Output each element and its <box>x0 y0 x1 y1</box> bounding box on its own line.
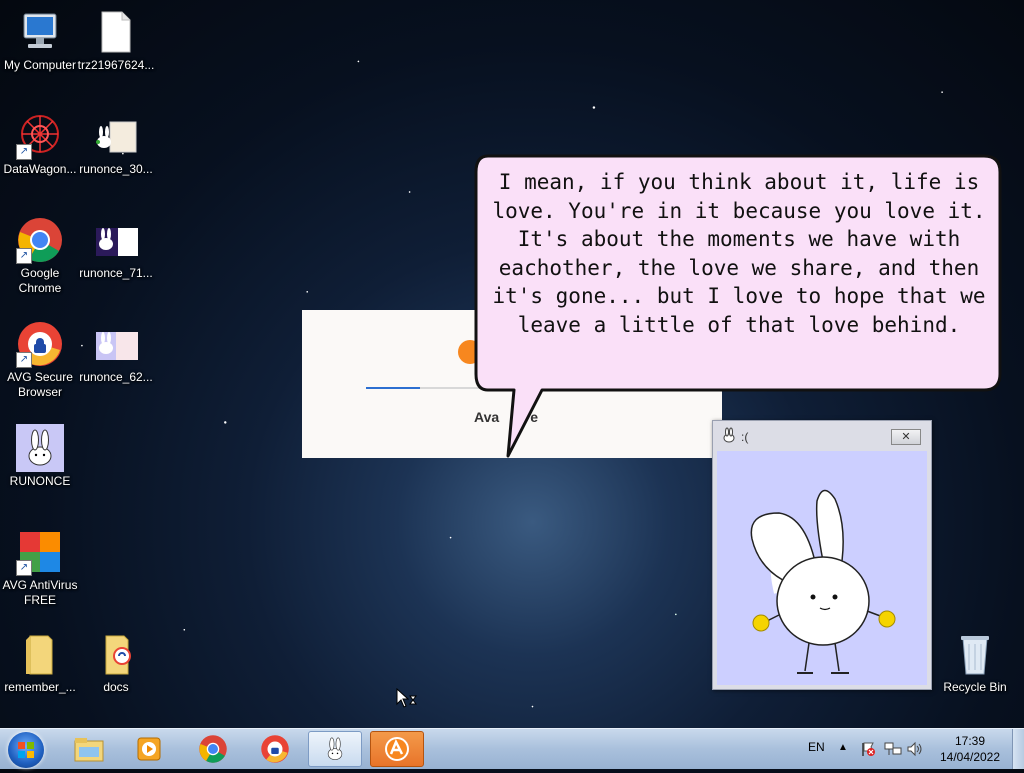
avg-antivirus-icon: ↗ <box>16 528 64 576</box>
clock-time: 17:39 <box>954 734 986 748</box>
bunny-icon <box>16 424 64 472</box>
installer-progress-fill <box>366 387 420 389</box>
icon-label: Google Chrome <box>18 266 62 295</box>
bunny-window[interactable]: :( ✕ <box>712 420 932 690</box>
icon-label: AVG Secure Browser <box>7 370 73 399</box>
icon-label: My Computer <box>3 58 77 72</box>
language-indicator[interactable]: EN <box>808 729 825 769</box>
taskbar-runonce-button[interactable] <box>308 731 362 767</box>
chrome-icon <box>199 735 227 763</box>
desktop-icon-datawagon[interactable]: ↗ DataWagon... <box>0 112 80 177</box>
icon-label: AVG AntiVirus FREE <box>2 578 78 607</box>
bunny-character-image <box>750 489 896 674</box>
icon-label: Recycle Bin <box>943 680 1007 694</box>
desktop-icon-runonce-71[interactable]: runonce_71... <box>76 216 156 281</box>
taskbar: EN ▲ 17:39 14/04/2022 <box>0 728 1024 769</box>
icon-label: RUNONCE <box>9 474 71 488</box>
bunny-app-icon <box>723 427 735 443</box>
network-icon[interactable] <box>884 741 902 757</box>
bunny-image-icon <box>92 112 140 160</box>
windows-logo-icon <box>18 742 34 758</box>
bunny-window-content <box>717 451 927 685</box>
icon-label: runonce_71... <box>79 266 153 280</box>
bunny-image-icon <box>92 320 140 368</box>
desktop-icon-recycle-bin[interactable]: Recycle Bin <box>935 630 1015 695</box>
system-clock[interactable]: 17:39 14/04/2022 <box>930 733 1010 765</box>
icon-label: docs <box>103 680 129 694</box>
desktop-icon-avg-antivirus[interactable]: ↗ AVG AntiVirus FREE <box>0 528 80 608</box>
desktop-icon-runonce-30[interactable]: runonce_30... <box>76 112 156 177</box>
bunny-window-title: :( <box>741 430 749 444</box>
taskbar-explorer-button[interactable] <box>62 731 116 767</box>
taskbar-avg-browser-button[interactable] <box>248 731 302 767</box>
desktop-icon-my-computer[interactable]: My Computer <box>0 8 80 73</box>
taskbar-avast-button[interactable] <box>370 731 424 767</box>
desktop-icon-google-chrome[interactable]: ↗ Google Chrome <box>0 216 80 296</box>
speech-bubble-text: I mean, if you think about it, life is l… <box>492 170 986 337</box>
desktop-icon-runonce-62[interactable]: runonce_62... <box>76 320 156 385</box>
shortcut-arrow-icon: ↗ <box>16 248 32 264</box>
icon-label: remember_... <box>4 680 76 694</box>
desktop-icon-avg-secure-browser[interactable]: ↗ AVG Secure Browser <box>0 320 80 400</box>
icon-label: runonce_62... <box>79 370 153 384</box>
shortcut-arrow-icon: ↗ <box>16 560 32 576</box>
file-icon <box>92 8 140 56</box>
taskbar-media-player-button[interactable] <box>122 731 176 767</box>
folder-icon <box>74 738 104 762</box>
action-center-flag-icon[interactable] <box>860 741 876 757</box>
clock-date: 14/04/2022 <box>939 750 1001 764</box>
avg-secure-browser-icon: ↗ <box>16 320 64 368</box>
computer-icon <box>16 8 64 56</box>
desktop-icon-runonce[interactable]: RUNONCE <box>0 424 80 489</box>
shortcut-arrow-icon: ↗ <box>16 144 32 160</box>
desktop-icon-docs-folder[interactable]: docs <box>76 630 156 695</box>
close-button[interactable]: ✕ <box>891 429 921 445</box>
icon-label: runonce_30... <box>79 162 153 176</box>
volume-icon[interactable] <box>906 741 924 757</box>
desktop-icon-trz-file[interactable]: trz21967624... <box>76 8 156 73</box>
recycle-bin-icon <box>951 630 999 678</box>
installer-progress-bar <box>366 387 486 389</box>
shortcut-arrow-icon: ↗ <box>16 352 32 368</box>
chrome-icon: ↗ <box>16 216 64 264</box>
bunny-window-titlebar[interactable]: :( ✕ <box>713 421 931 449</box>
start-button[interactable] <box>8 732 44 768</box>
taskbar-chrome-button[interactable] <box>186 731 240 767</box>
busy-cursor-icon <box>396 688 417 708</box>
datawagon-icon: ↗ <box>16 112 64 160</box>
avg-secure-browser-icon <box>261 735 289 763</box>
desktop-icon-remember-folder[interactable]: remember_... <box>0 630 80 695</box>
icon-label: DataWagon... <box>3 162 77 176</box>
show-desktop-button[interactable] <box>1012 729 1024 769</box>
bunny-icon <box>327 737 343 760</box>
icon-label: trz21967624... <box>77 58 155 72</box>
bunny-image-icon <box>92 216 140 264</box>
folder-icon <box>16 630 64 678</box>
folder-icon <box>92 630 140 678</box>
show-hidden-icons-button[interactable]: ▲ <box>838 729 848 769</box>
media-player-icon <box>137 737 161 761</box>
avast-icon <box>385 737 409 761</box>
